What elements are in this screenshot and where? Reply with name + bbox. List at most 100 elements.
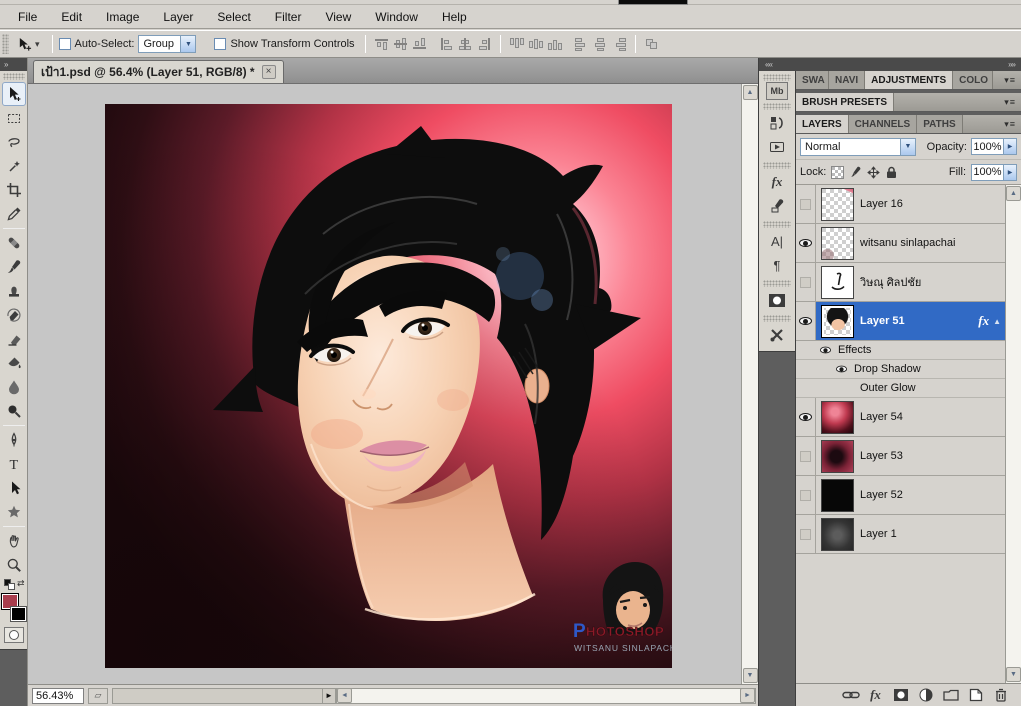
layer-row-selected[interactable]: Layer 51 fx ▲ — [796, 302, 1005, 341]
menu-layer[interactable]: Layer — [151, 7, 205, 27]
distribute-horizontal-centers-icon[interactable] — [593, 37, 608, 51]
eye-icon[interactable] — [799, 239, 812, 247]
visibility-toggle[interactable] — [796, 515, 816, 553]
status-flyout-button[interactable] — [322, 688, 336, 704]
align-bottom-edges-icon[interactable] — [412, 37, 427, 51]
lasso-tool[interactable] — [2, 130, 26, 154]
distribute-bottom-edges-icon[interactable] — [547, 37, 562, 51]
crop-tool[interactable] — [2, 178, 26, 202]
eye-icon[interactable] — [820, 347, 831, 354]
eye-icon[interactable] — [836, 366, 847, 373]
eyedropper-tool[interactable] — [2, 202, 26, 226]
lock-position-icon[interactable] — [867, 166, 880, 179]
background-color-swatch[interactable] — [11, 607, 26, 621]
tab-color[interactable]: COLO — [953, 71, 993, 89]
align-horizontal-centers-icon[interactable] — [458, 37, 473, 51]
new-group-icon[interactable] — [941, 686, 961, 704]
character-panel-icon[interactable]: A| — [763, 229, 791, 253]
layer-thumbnail[interactable] — [821, 518, 854, 551]
pen-tool[interactable] — [2, 428, 26, 452]
visibility-toggle[interactable] — [796, 224, 816, 262]
auto-select-checkbox[interactable] — [59, 38, 71, 50]
options-grip[interactable] — [2, 34, 9, 54]
align-left-edges-icon[interactable] — [439, 37, 454, 51]
panel-menu-icon[interactable] — [999, 93, 1021, 111]
collapse-dock-icon[interactable]: »» — [1008, 58, 1015, 71]
layer-thumbnail[interactable] — [821, 227, 854, 260]
align-top-edges-icon[interactable] — [374, 37, 389, 51]
hidden-eye-checkbox[interactable] — [800, 277, 811, 288]
current-tool-move-icon[interactable] — [11, 35, 46, 54]
layer-row[interactable]: Layer 54 — [796, 398, 1005, 437]
distribute-right-edges-icon[interactable] — [612, 37, 627, 51]
canvas-horizontal-scrollbar[interactable]: ◄ ► — [336, 688, 756, 704]
clone-stamp-tool[interactable] — [2, 279, 26, 303]
status-info-button[interactable] — [88, 688, 108, 704]
lock-transparency-icon[interactable] — [831, 166, 844, 179]
hidden-eye-checkbox[interactable] — [800, 199, 811, 210]
custom-shape-tool[interactable] — [2, 500, 26, 524]
layer-styles-icon[interactable]: fx — [763, 170, 791, 194]
hidden-eye-checkbox[interactable] — [800, 451, 811, 462]
zoom-tool[interactable] — [2, 553, 26, 577]
panel-menu-icon[interactable] — [999, 115, 1021, 133]
history-icon[interactable] — [763, 111, 791, 135]
quick-selection-tool[interactable] — [2, 154, 26, 178]
menu-edit[interactable]: Edit — [49, 7, 94, 27]
opacity-slider-icon[interactable] — [1003, 139, 1016, 154]
blend-mode-dropdown[interactable]: Normal — [800, 138, 916, 156]
type-tool[interactable]: T — [2, 452, 26, 476]
distribute-top-edges-icon[interactable] — [509, 37, 524, 51]
brush-tool[interactable] — [2, 255, 26, 279]
scroll-down-icon[interactable]: ▼ — [743, 668, 758, 683]
swap-colors-icon[interactable]: ⇄ — [17, 578, 25, 589]
layer-thumbnail[interactable] — [821, 266, 854, 299]
visibility-toggle[interactable] — [796, 185, 816, 223]
scroll-right-icon[interactable]: ► — [740, 688, 755, 703]
visibility-toggle[interactable] — [796, 437, 816, 475]
hidden-eye-checkbox[interactable] — [800, 529, 811, 540]
tab-swatches[interactable]: SWA — [796, 71, 829, 89]
distribute-vertical-centers-icon[interactable] — [528, 37, 543, 51]
close-document-icon[interactable]: × — [262, 65, 276, 79]
layer-row[interactable]: Layer 16 — [796, 185, 1005, 224]
document-tab[interactable]: เป้า1.psd @ 56.4% (Layer 51, RGB/8) * × — [33, 60, 284, 83]
actions-icon[interactable] — [763, 135, 791, 159]
auto-select-dropdown[interactable]: Group — [138, 35, 196, 53]
scroll-left-icon[interactable]: ◄ — [337, 688, 352, 703]
move-tool[interactable] — [2, 82, 26, 106]
menu-view[interactable]: View — [313, 7, 363, 27]
default-colors-icon[interactable]: ⇄ — [3, 579, 25, 591]
tools-utilities-icon[interactable] — [763, 323, 791, 347]
path-selection-tool[interactable] — [2, 476, 26, 500]
layer-row[interactable]: Layer 52 — [796, 476, 1005, 515]
history-brush-tool[interactable] — [2, 303, 26, 327]
distribute-left-edges-icon[interactable] — [574, 37, 589, 51]
layer-row[interactable]: Layer 1 — [796, 515, 1005, 554]
opacity-field[interactable]: 100% — [971, 138, 1017, 155]
delete-layer-icon[interactable] — [991, 686, 1011, 704]
tab-layers[interactable]: LAYERS — [796, 115, 849, 133]
effect-row-drop-shadow[interactable]: Drop Shadow — [796, 360, 1005, 379]
tool-preset-caret[interactable] — [35, 38, 40, 50]
visibility-toggle[interactable] — [796, 476, 816, 514]
fill-slider-icon[interactable] — [1003, 165, 1016, 180]
scroll-up-icon[interactable]: ▲ — [743, 85, 758, 100]
menu-select[interactable]: Select — [205, 7, 262, 27]
menu-image[interactable]: Image — [94, 7, 151, 27]
layer-row[interactable]: วิษณุ ศิลปชัย — [796, 263, 1005, 302]
menu-file[interactable]: File — [6, 7, 49, 27]
eraser-tool[interactable] — [2, 327, 26, 351]
show-transform-checkbox[interactable] — [214, 38, 226, 50]
collapse-effects-icon[interactable]: ▲ — [993, 317, 1001, 326]
canvas-artwork[interactable]: P HOTOSHOP WITSANU SINLAPACHAI — [105, 104, 672, 668]
pasteboard[interactable]: P HOTOSHOP WITSANU SINLAPACHAI — [28, 84, 741, 684]
layer-row[interactable]: witsanu sinlapachai — [796, 224, 1005, 263]
visibility-toggle[interactable] — [796, 263, 816, 301]
visibility-toggle[interactable] — [796, 398, 816, 436]
new-adjustment-layer-icon[interactable] — [916, 686, 936, 704]
layer-row[interactable]: Layer 53 — [796, 437, 1005, 476]
dropdown-arrow-icon[interactable] — [900, 139, 915, 155]
layer-thumbnail[interactable] — [821, 401, 854, 434]
eye-icon[interactable] — [799, 413, 812, 421]
